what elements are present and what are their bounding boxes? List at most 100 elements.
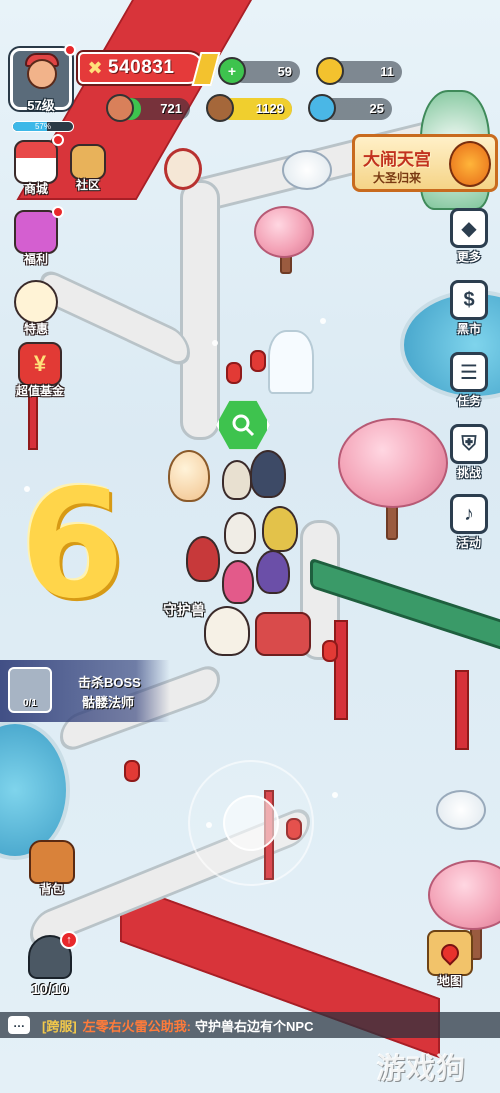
- magnifier-icon: [232, 414, 255, 437]
- fund-button[interactable]: ¥ 超值基金: [10, 342, 70, 399]
- events-button[interactable]: ♪ 活动: [444, 494, 494, 551]
- hero-mage[interactable]: [256, 550, 290, 594]
- quest-target: 骷髅法师: [82, 695, 135, 710]
- quest-progress: 0/1: [23, 698, 37, 709]
- black-market-label: 黑市: [456, 322, 481, 336]
- red-lantern: [226, 362, 242, 384]
- welfare-button[interactable]: 福利: [6, 210, 66, 267]
- gems-counter[interactable]: + 59: [218, 57, 300, 85]
- gem-plus-icon: +: [218, 57, 246, 85]
- map-button[interactable]: 地图: [420, 930, 480, 989]
- task-list-icon: ☰: [450, 352, 488, 392]
- cherry-tree: [338, 418, 448, 508]
- chat-bar[interactable]: … [跨服] 左零右火雷公助我: 守护兽右边有个NPC: [0, 1012, 500, 1038]
- chat-channel-tag: [跨服]: [42, 1018, 77, 1034]
- shop-label: 商城: [23, 182, 48, 196]
- challenge-button[interactable]: ⛨ 挑战: [444, 424, 494, 481]
- bell-icon: ♪: [450, 494, 488, 534]
- deals-button[interactable]: 特惠: [6, 280, 66, 337]
- guardian-pet-panda[interactable]: [204, 606, 250, 656]
- crystal-value: 25: [369, 101, 384, 116]
- hero-archer[interactable]: [222, 460, 252, 500]
- community-label: 社区: [75, 178, 100, 192]
- crossed-swords-icon: ✖: [87, 58, 103, 78]
- avatar-notification-dot: [64, 44, 76, 56]
- backpack-icon: [29, 840, 75, 884]
- wood-log-icon: [206, 94, 234, 122]
- more-button[interactable]: ◆ 更多: [444, 208, 494, 265]
- snowflake: [332, 792, 338, 798]
- event-subtitle: 大圣归来: [373, 171, 422, 185]
- challenge-label: 挑战: [456, 466, 481, 480]
- event-title: 大闹天宫: [363, 150, 431, 169]
- avatar-face: [27, 59, 57, 89]
- event-banner[interactable]: 大闹天宫 大圣归来: [352, 134, 498, 192]
- chat-sender: 左零右火雷公助我:: [82, 1018, 192, 1034]
- virtual-joystick[interactable]: [188, 760, 314, 886]
- quest-objective: 击杀BOSS: [78, 675, 141, 690]
- gate-pillar: [334, 620, 348, 720]
- gems-value: 59: [277, 64, 292, 79]
- joystick-knob[interactable]: [223, 795, 279, 851]
- quest-tracker[interactable]: 0/1 击杀BOSS 骷髅法师: [0, 660, 170, 722]
- wood-value: 1129: [255, 101, 284, 116]
- guardian-pet-label: 守护兽: [163, 602, 205, 618]
- deals-label: 特惠: [23, 322, 48, 336]
- tasks-button[interactable]: ☰ 任务: [444, 352, 494, 409]
- shop-button[interactable]: 商城: [6, 140, 66, 197]
- black-market-button[interactable]: $ 黑市: [444, 280, 494, 337]
- chat-bubble-icon: …: [8, 1016, 30, 1034]
- more-label: 更多: [456, 250, 481, 264]
- troops-count: 10/10: [31, 981, 69, 998]
- red-lantern: [322, 640, 338, 662]
- meat-counter[interactable]: 721: [106, 94, 190, 122]
- red-lantern: [124, 760, 140, 782]
- meat-value: 721: [160, 101, 182, 116]
- fund-scroll-icon: ¥: [18, 342, 62, 386]
- monkey-king-icon: [449, 141, 491, 187]
- shield-icon: ⛨: [450, 424, 488, 464]
- chat-message: 守护兽右边有个NPC: [195, 1018, 314, 1034]
- snowflake: [212, 340, 218, 346]
- troops-button[interactable]: ↑ 10/10: [18, 931, 82, 998]
- wood-counter[interactable]: 1129: [206, 94, 292, 122]
- fund-label: 超值基金: [15, 384, 64, 398]
- snowy-tree: [436, 790, 486, 830]
- combat-power-panel[interactable]: ✖ 540831: [78, 52, 221, 86]
- crystal-icon: [308, 94, 336, 122]
- map-icon: [427, 930, 473, 976]
- community-button[interactable]: 社区: [58, 144, 118, 193]
- xp-bar: 57%: [12, 121, 74, 132]
- events-label: 活动: [456, 536, 481, 550]
- money-bag-icon: $: [450, 280, 488, 320]
- crystal-counter[interactable]: 25: [308, 94, 392, 122]
- gold-value: 11: [380, 64, 394, 79]
- dice-grid-icon: ◆: [450, 208, 488, 248]
- cherry-tree: [254, 206, 314, 258]
- player-level: 57级: [27, 98, 55, 113]
- hero-warrior[interactable]: [186, 536, 220, 582]
- cherry-tree: [428, 860, 500, 930]
- shop-stall-icon: [14, 140, 58, 184]
- golden-six-statue: 6: [20, 458, 125, 632]
- map-pin-icon: [437, 940, 463, 966]
- snowflake: [24, 486, 30, 492]
- welfare-notification-dot: [52, 206, 64, 218]
- snowflake: [320, 318, 326, 324]
- xp-percent: 57%: [34, 122, 51, 131]
- hero-paladin[interactable]: [262, 506, 298, 552]
- gold-counter[interactable]: 11: [316, 57, 402, 85]
- hero-girl[interactable]: [222, 560, 254, 604]
- bag-button[interactable]: 背包: [22, 840, 82, 897]
- house-icon: [70, 144, 106, 180]
- bag-label: 背包: [39, 882, 64, 896]
- hero-monk[interactable]: [224, 512, 256, 554]
- red-lantern: [250, 350, 266, 372]
- pet-egg: [168, 450, 210, 502]
- welfare-label: 福利: [23, 252, 48, 266]
- hero-knight[interactable]: [250, 450, 286, 498]
- merchant-cart[interactable]: [255, 612, 311, 656]
- site-watermark: 游戏狗: [376, 1051, 467, 1085]
- angel-icon: [14, 280, 58, 324]
- meat-icon: [106, 94, 134, 122]
